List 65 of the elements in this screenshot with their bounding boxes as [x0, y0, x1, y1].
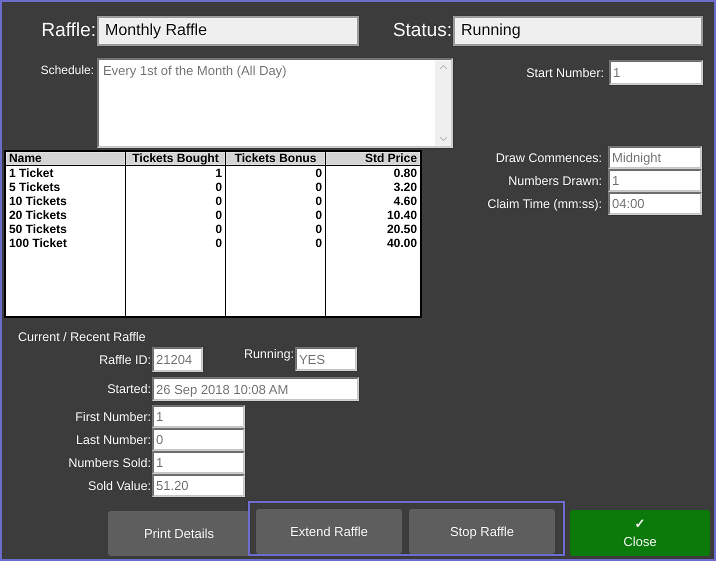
input-field[interactable]: Monthly Raffle	[97, 16, 359, 46]
table-cell-text: 50 Tickets	[8, 222, 68, 236]
table-cell-text: 0	[214, 222, 223, 236]
scroll-up-icon[interactable]	[438, 64, 448, 70]
field-label: Last Number:	[74, 432, 151, 446]
input-field[interactable]: 26 Sep 2018 10:08 AM	[152, 377, 359, 401]
input-field[interactable]: 1	[609, 60, 703, 85]
table-cell-text: 0	[214, 180, 223, 194]
scroll-down-icon[interactable]	[438, 136, 448, 142]
field-label: Draw Commences:	[494, 150, 602, 164]
table-cell-text: 0	[314, 208, 323, 222]
action-button[interactable]: Stop Raffle	[409, 509, 555, 554]
table-cell-text: 5 Tickets	[8, 180, 62, 194]
table-cell-text: 0	[314, 194, 323, 208]
table-cell-text: 3.20	[392, 180, 418, 194]
input-field[interactable]: 0	[152, 428, 245, 451]
field-label: First Number:	[74, 410, 151, 424]
scrollbar[interactable]	[435, 60, 451, 146]
table-cell-text: 10 Tickets	[8, 194, 68, 208]
table-cell-text: 1 Ticket	[8, 166, 54, 180]
column-header[interactable]: Std Price	[326, 152, 420, 166]
table-cell-text: 0	[314, 166, 323, 180]
input-field[interactable]: 1	[608, 169, 702, 192]
input-field[interactable]: 04:00	[608, 192, 702, 215]
table-cell-text: 100 Ticket	[8, 236, 68, 250]
input-field[interactable]: Midnight	[608, 146, 702, 169]
field-label: Schedule:	[40, 63, 94, 77]
table-cell-text: 0	[314, 180, 323, 194]
table-cell-text: 10.40	[386, 208, 418, 222]
column-header[interactable]: Name	[6, 152, 125, 166]
table-cell-text: 40.00	[386, 236, 418, 250]
schedule-field[interactable]: Every 1st of the Month (All Day)	[97, 58, 453, 148]
field-label: Start Number:	[525, 66, 604, 80]
table-cell-text: 1	[214, 166, 223, 180]
input-field[interactable]: YES	[295, 347, 357, 371]
field-label: Raffle:	[40, 20, 96, 42]
table-cell-text: 4.60	[392, 194, 418, 208]
field-label: Running:	[242, 347, 294, 361]
input-field[interactable]: 1	[152, 405, 245, 428]
input-field[interactable]: Running	[453, 16, 703, 46]
action-button[interactable]: Extend Raffle	[256, 509, 402, 554]
input-field[interactable]: 1	[152, 451, 245, 474]
section-title: Current / Recent Raffle	[18, 330, 147, 344]
input-field[interactable]: 51.20	[152, 474, 245, 497]
checkmark-icon: ✓	[634, 517, 646, 530]
column-header[interactable]: Tickets Bought	[126, 152, 225, 166]
column-header[interactable]: Tickets Bonus	[226, 152, 325, 166]
field-label: Sold Value:	[86, 478, 151, 492]
table-cell-text: 0	[314, 236, 323, 250]
table-cell-text: 0	[214, 236, 223, 250]
table-cell-text: 0	[214, 208, 223, 222]
input-field[interactable]: 21204	[152, 347, 203, 372]
table-cell-text: 0.80	[392, 166, 418, 180]
action-button[interactable]: Print Details	[108, 511, 250, 556]
field-label: Raffle ID:	[98, 352, 151, 366]
table-cell-text: 0	[314, 222, 323, 236]
table-cell-text: 20 Tickets	[8, 208, 68, 222]
close-button[interactable]: ✓ Close	[570, 510, 710, 556]
field-label: Claim Time (mm:ss):	[486, 196, 602, 210]
table-cell-text: 0	[214, 194, 223, 208]
field-label: Status:	[392, 20, 452, 42]
field-label: Numbers Sold:	[67, 456, 151, 470]
table-cell-text: 20.50	[386, 222, 418, 236]
field-label: Started:	[106, 382, 151, 396]
field-label: Numbers Drawn:	[507, 174, 602, 188]
